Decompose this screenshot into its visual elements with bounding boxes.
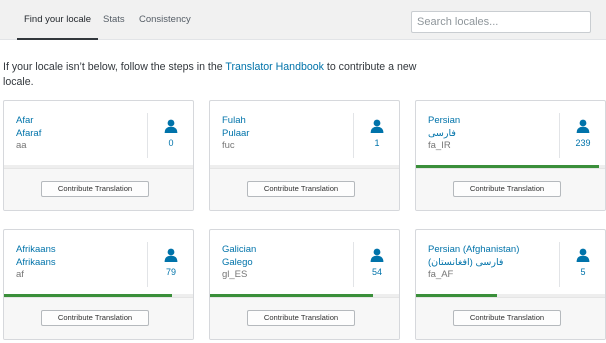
locale-code: fuc [222, 140, 235, 151]
locale-english-name[interactable]: Persian [428, 115, 460, 128]
locale-english-name[interactable]: Persian (Afghanistan) [428, 244, 519, 257]
locale-names: Fulah Pulaar fuc [222, 115, 249, 153]
contributors-stat[interactable]: 0 [148, 119, 193, 148]
locale-names: Afar Afaraf aa [16, 115, 41, 153]
locale-names: Persian (Afghanistan) (فارسی (افغانستان … [428, 244, 519, 282]
contribute-translation-button[interactable]: Contribute Translation [247, 181, 355, 197]
locale-english-name[interactable]: Galician [222, 244, 256, 257]
locale-names: Galician Galego gl_ES [222, 244, 256, 282]
locale-english-name[interactable]: Afar [16, 115, 41, 128]
locale-card-footer: Contribute Translation [210, 168, 399, 210]
contribute-translation-button[interactable]: Contribute Translation [41, 310, 149, 326]
locale-card-footer: Contribute Translation [210, 297, 399, 339]
contribute-translation-button[interactable]: Contribute Translation [247, 310, 355, 326]
locale-native-name[interactable]: Galego [222, 257, 256, 270]
person-icon [576, 248, 590, 262]
contributor-count: 1 [374, 138, 380, 148]
locale-native-name[interactable]: فارسی [428, 128, 460, 141]
locale-native-name[interactable]: Afrikaans [16, 257, 56, 270]
locale-card-header: Fulah Pulaar fuc 1 [210, 101, 399, 165]
locale-code: aa [16, 140, 27, 151]
locale-code: fa_AF [428, 269, 454, 280]
locale-english-name[interactable]: Fulah [222, 115, 249, 128]
person-icon [164, 119, 178, 133]
locale-english-name[interactable]: Afrikaans [16, 244, 56, 257]
locale-card: Afrikaans Afrikaans af 79 Contribute Tra… [3, 229, 194, 340]
locale-code: af [16, 269, 24, 280]
locale-card-footer: Contribute Translation [416, 297, 605, 339]
contributor-count: 239 [575, 138, 591, 148]
contributors-stat[interactable]: 54 [354, 248, 399, 277]
locale-card-header: Persian (Afghanistan) (فارسی (افغانستان … [416, 230, 605, 294]
tab-stats[interactable]: Stats [103, 0, 125, 40]
intro-text-before: If your locale isn’t below, follow the s… [3, 61, 226, 73]
locale-card: Persian فارسی fa_IR 239 Contribute Trans… [415, 100, 606, 211]
person-icon [164, 248, 178, 262]
translator-handbook-link[interactable]: Translator Handbook [225, 61, 324, 74]
person-icon [576, 119, 590, 133]
locale-card-footer: Contribute Translation [4, 297, 193, 339]
contributor-count: 0 [168, 138, 174, 148]
person-icon [370, 248, 384, 262]
tab-consistency[interactable]: Consistency [139, 0, 191, 40]
locale-card: Fulah Pulaar fuc 1 Contribute Translatio… [209, 100, 400, 211]
contributor-count: 79 [165, 267, 176, 277]
locale-card-header: Persian فارسی fa_IR 239 [416, 101, 605, 165]
locale-tabs-bar: Find your locale Stats Consistency [0, 0, 606, 40]
search-locales-input[interactable] [411, 11, 591, 33]
contributors-stat[interactable]: 5 [560, 248, 605, 277]
locale-card-header: Galician Galego gl_ES 54 [210, 230, 399, 294]
locale-names: Persian فارسی fa_IR [428, 115, 460, 153]
intro-text: If your locale isn’t below, follow the s… [3, 60, 443, 89]
locale-card-footer: Contribute Translation [416, 168, 605, 210]
person-icon [370, 119, 384, 133]
locale-names: Afrikaans Afrikaans af [16, 244, 56, 282]
tab-find-your-locale[interactable]: Find your locale [16, 0, 99, 40]
contributor-count: 5 [580, 267, 586, 277]
locale-native-name[interactable]: Afaraf [16, 128, 41, 141]
contributors-stat[interactable]: 1 [354, 119, 399, 148]
locale-native-name[interactable]: (فارسی (افغانستان [428, 257, 519, 270]
locale-card: Galician Galego gl_ES 54 Contribute Tran… [209, 229, 400, 340]
locale-native-name[interactable]: Pulaar [222, 128, 249, 141]
locale-card-header: Afrikaans Afrikaans af 79 [4, 230, 193, 294]
contribute-translation-button[interactable]: Contribute Translation [453, 181, 561, 197]
contribute-translation-button[interactable]: Contribute Translation [41, 181, 149, 197]
locale-card-footer: Contribute Translation [4, 168, 193, 210]
contribute-translation-button[interactable]: Contribute Translation [453, 310, 561, 326]
locale-card: Afar Afaraf aa 0 Contribute Translation [3, 100, 194, 211]
contributor-count: 54 [371, 267, 382, 277]
locale-code: fa_IR [428, 140, 451, 151]
contributors-stat[interactable]: 79 [148, 248, 193, 277]
locale-card-header: Afar Afaraf aa 0 [4, 101, 193, 165]
contributors-stat[interactable]: 239 [560, 119, 605, 148]
locale-code: gl_ES [222, 269, 248, 280]
locale-card: Persian (Afghanistan) (فارسی (افغانستان … [415, 229, 606, 340]
